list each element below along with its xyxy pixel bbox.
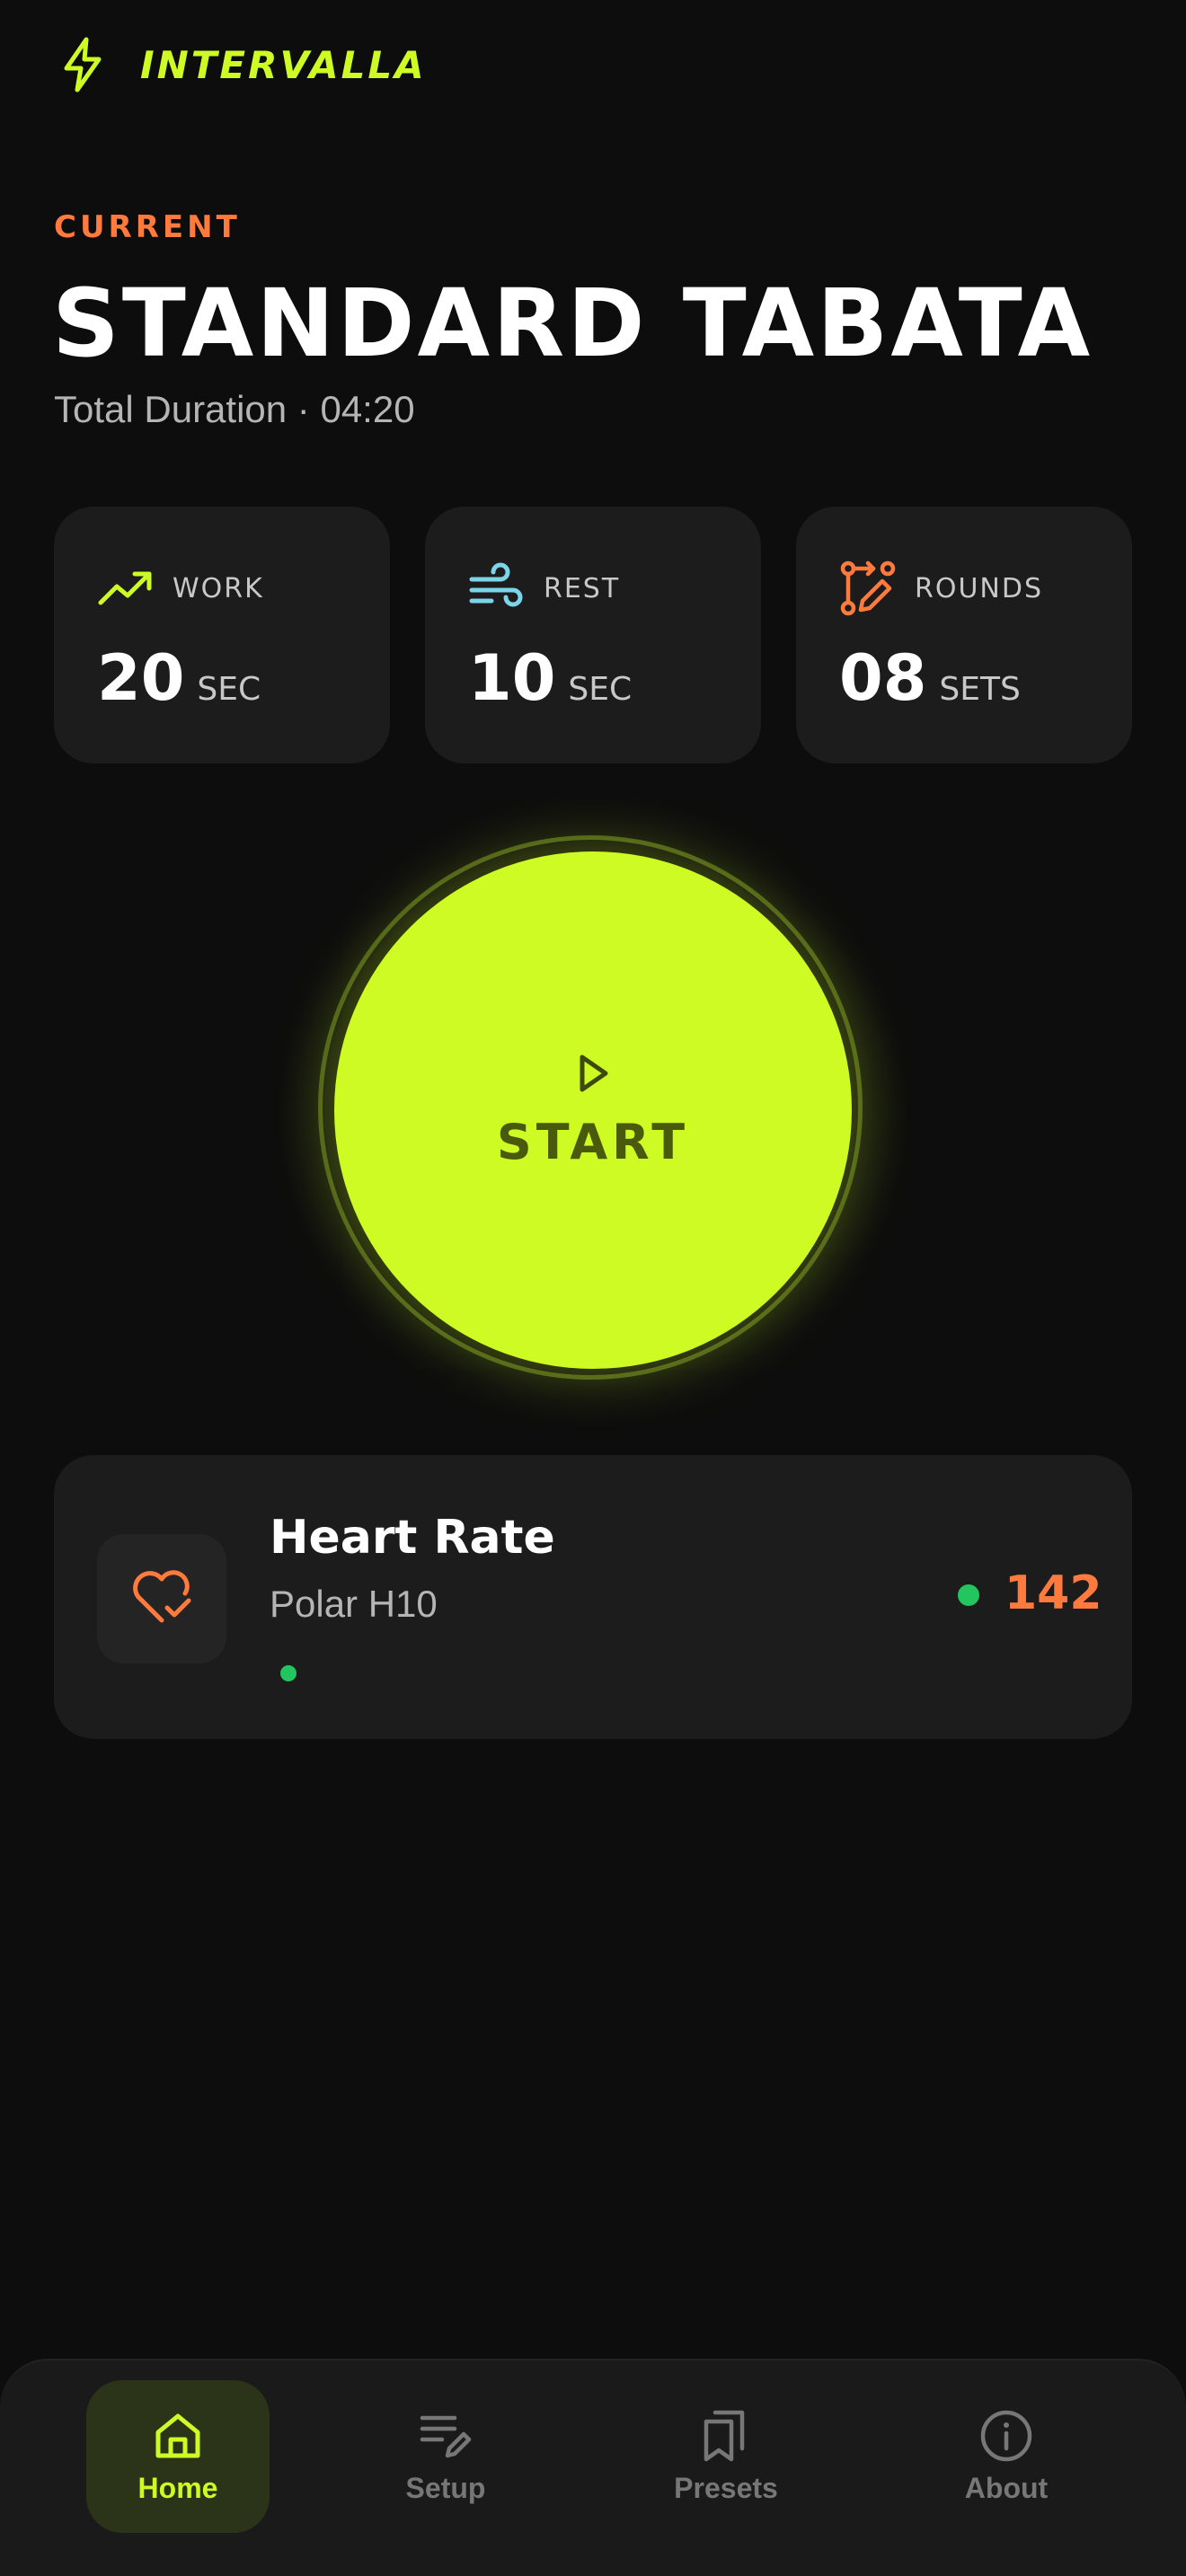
- nav-label: Home: [137, 2471, 218, 2504]
- lightning-bolt-icon: [54, 36, 111, 93]
- stat-unit: SETS: [939, 671, 1021, 708]
- stat-value: 20: [97, 641, 185, 715]
- stat-card-rounds: ROUNDS 08 SETS: [796, 507, 1132, 763]
- nav-label: Setup: [405, 2471, 486, 2504]
- play-icon: [571, 1051, 615, 1096]
- nav-item-setup[interactable]: Setup: [354, 2380, 537, 2533]
- home-icon: [151, 2409, 205, 2463]
- stat-card-work: WORK 20 SEC: [54, 507, 390, 763]
- route-edit-icon: [839, 560, 897, 617]
- heart-rate-bpm: 142: [1005, 1566, 1102, 1620]
- stat-label: REST: [544, 572, 621, 604]
- nav-label: Presets: [674, 2471, 778, 2504]
- nav-item-about[interactable]: About: [915, 2380, 1098, 2533]
- heart-rate-card[interactable]: Heart Rate Polar H10 142: [54, 1455, 1132, 1739]
- stat-value: 10: [468, 641, 556, 715]
- heart-rate-title: Heart Rate: [270, 1511, 555, 1565]
- workout-title: STANDARD TABATA: [52, 269, 1093, 378]
- start-label: START: [496, 1113, 690, 1170]
- live-status-dot: [958, 1584, 979, 1606]
- connection-indicator-dot: [280, 1665, 296, 1681]
- heart-rate-icon-box: [97, 1534, 226, 1663]
- stat-value: 08: [839, 641, 927, 715]
- app-name: INTERVALLA: [140, 42, 427, 87]
- stat-card-rest: REST 10 SEC: [425, 507, 761, 763]
- nav-item-home[interactable]: Home: [86, 2380, 270, 2533]
- stats-row: WORK 20 SEC REST 10 SEC ROUNDS 08 SETS: [54, 507, 1132, 763]
- stat-unit: SEC: [197, 671, 261, 708]
- stat-unit: SEC: [568, 671, 633, 708]
- wind-icon: [468, 560, 526, 617]
- heart-check-icon: [131, 1568, 192, 1630]
- current-label: CURRENT: [54, 209, 241, 245]
- total-duration: Total Duration · 04:20: [54, 388, 415, 430]
- nav-label: About: [964, 2471, 1049, 2504]
- heart-rate-device: Polar H10: [270, 1583, 438, 1625]
- bookmarks-icon: [699, 2409, 753, 2463]
- nav-item-presets[interactable]: Presets: [634, 2380, 818, 2533]
- bottom-nav: Home Setup Presets About: [0, 2359, 1186, 2576]
- stat-label: ROUNDS: [915, 572, 1044, 604]
- start-button[interactable]: START: [334, 851, 852, 1369]
- trending-up-icon: [97, 560, 155, 617]
- info-icon: [979, 2409, 1033, 2463]
- app-header: INTERVALLA: [54, 36, 427, 93]
- list-edit-icon: [419, 2409, 473, 2463]
- stat-label: WORK: [173, 572, 264, 604]
